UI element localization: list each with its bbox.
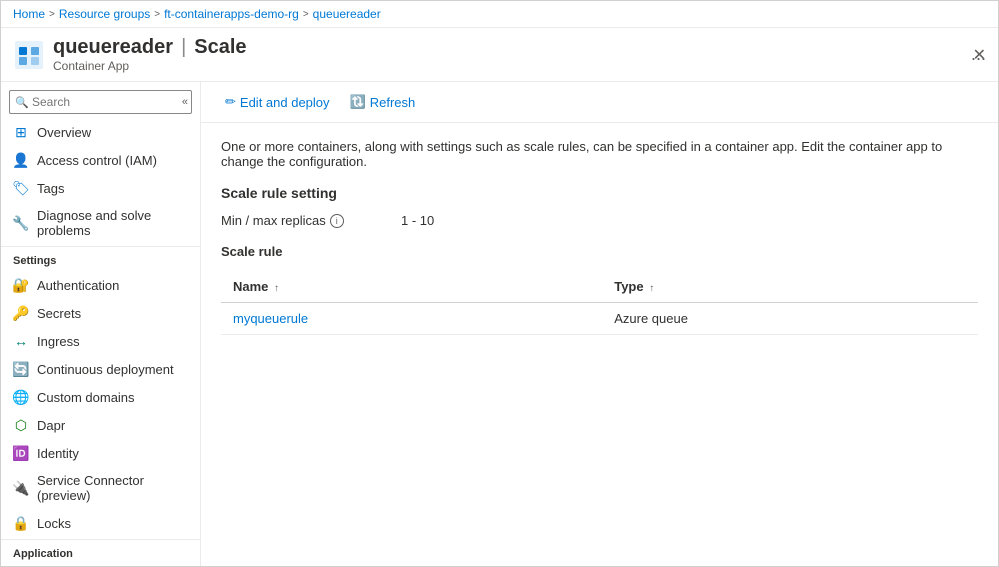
deploy-icon: 🔄 — [13, 361, 29, 377]
search-input[interactable] — [9, 90, 192, 114]
secrets-icon: 🔑 — [13, 305, 29, 321]
ingress-icon: ↔ — [13, 333, 29, 349]
sidebar-item-dapr[interactable]: ⬡ Dapr — [1, 411, 200, 439]
tags-icon: 🏷 — [13, 180, 29, 196]
sidebar: 🔍 « ⊞ Overview 👤 Access control (IAM) 🏷 … — [1, 82, 201, 566]
sidebar-item-overview[interactable]: ⊞ Overview — [1, 118, 200, 146]
refresh-button[interactable]: 🔃 Refresh — [342, 90, 424, 114]
sidebar-label-diagnose: Diagnose and solve problems — [37, 208, 188, 238]
collapse-icon[interactable]: « — [182, 96, 188, 108]
sidebar-item-identity[interactable]: 🆔 Identity — [1, 439, 200, 467]
breadcrumb-resource[interactable]: queuereader — [313, 7, 381, 21]
scale-rule-setting-heading: Scale rule setting — [221, 185, 978, 201]
breadcrumb-rg[interactable]: ft-containerapps-demo-rg — [164, 7, 299, 21]
toolbar: ✏ Edit and deploy 🔃 Refresh — [201, 82, 998, 123]
connector-icon: 🔌 — [13, 480, 29, 496]
sidebar-label-iam: Access control (IAM) — [37, 153, 157, 168]
locks-icon: 🔒 — [13, 515, 29, 531]
sidebar-item-diagnose[interactable]: 🔧 Diagnose and solve problems — [1, 202, 200, 244]
identity-icon: 🆔 — [13, 445, 29, 461]
app-container: Home > Resource groups > ft-containerapp… — [0, 0, 999, 567]
settings-section-label: Settings — [1, 246, 200, 271]
close-button[interactable]: ✕ — [973, 45, 986, 65]
sidebar-item-continuous-deployment[interactable]: 🔄 Continuous deployment — [1, 355, 200, 383]
sidebar-item-locks[interactable]: 🔒 Locks — [1, 509, 200, 537]
scale-rule-heading: Scale rule — [221, 244, 978, 259]
resource-icon — [13, 39, 45, 71]
content-area: ✏ Edit and deploy 🔃 Refresh One or more … — [201, 82, 998, 566]
main-layout: 🔍 « ⊞ Overview 👤 Access control (IAM) 🏷 … — [1, 82, 998, 566]
edit-deploy-button[interactable]: ✏ Edit and deploy — [217, 90, 338, 114]
sidebar-item-service-connector[interactable]: 🔌 Service Connector (preview) — [1, 467, 200, 509]
breadcrumb-resource-groups[interactable]: Resource groups — [59, 7, 150, 21]
type-sort-arrow: ↑ — [649, 283, 654, 294]
name-sort-arrow: ↑ — [274, 283, 279, 294]
sidebar-item-custom-domains[interactable]: 🌐 Custom domains — [1, 383, 200, 411]
page-name: Scale — [194, 36, 246, 59]
dapr-icon: ⬡ — [13, 417, 29, 433]
sidebar-item-revision-management[interactable]: 📋 Revision management — [1, 564, 200, 566]
sidebar-label-tags: Tags — [37, 181, 64, 196]
scale-rule-section: Scale rule Name ↑ Type ↑ — [221, 244, 978, 335]
resource-name: queuereader — [53, 36, 173, 59]
min-max-value: 1 - 10 — [401, 213, 434, 228]
content-body: One or more containers, along with setti… — [201, 123, 998, 351]
column-header-name[interactable]: Name ↑ — [221, 271, 602, 303]
overview-icon: ⊞ — [13, 124, 29, 140]
rule-name-link[interactable]: myqueuerule — [233, 311, 308, 326]
sidebar-label-locks: Locks — [37, 516, 71, 531]
refresh-label: Refresh — [370, 95, 416, 110]
search-icon: 🔍 — [15, 96, 29, 109]
sidebar-label-secrets: Secrets — [37, 306, 81, 321]
sidebar-label-identity: Identity — [37, 446, 79, 461]
iam-icon: 👤 — [13, 152, 29, 168]
min-max-label: Min / max replicas i — [221, 213, 401, 228]
sidebar-item-iam[interactable]: 👤 Access control (IAM) — [1, 146, 200, 174]
sidebar-label-deploy: Continuous deployment — [37, 362, 174, 377]
header-title-group: queuereader | Scale Container App — [53, 36, 959, 73]
breadcrumb-home[interactable]: Home — [13, 7, 45, 21]
info-icon[interactable]: i — [330, 214, 344, 228]
auth-icon: 🔐 — [13, 277, 29, 293]
domains-icon: 🌐 — [13, 389, 29, 405]
sidebar-label-ingress: Ingress — [37, 334, 80, 349]
edit-icon: ✏ — [225, 94, 236, 110]
sidebar-label-domains: Custom domains — [37, 390, 135, 405]
sidebar-item-ingress[interactable]: ↔ Ingress — [1, 327, 200, 355]
sidebar-label-overview: Overview — [37, 125, 91, 140]
description-text: One or more containers, along with setti… — [221, 139, 978, 169]
application-section-label: Application — [1, 539, 200, 564]
sidebar-item-secrets[interactable]: 🔑 Secrets — [1, 299, 200, 327]
breadcrumb: Home > Resource groups > ft-containerapp… — [1, 1, 998, 28]
diagnose-icon: 🔧 — [13, 215, 29, 231]
refresh-icon: 🔃 — [350, 94, 366, 110]
scale-rule-table: Name ↑ Type ↑ — [221, 271, 978, 335]
resource-type: Container App — [53, 59, 959, 73]
rule-type-cell: Azure queue — [602, 303, 978, 335]
table-row: myqueuerule Azure queue — [221, 303, 978, 335]
sidebar-label-connector: Service Connector (preview) — [37, 473, 188, 503]
page-header: queuereader | Scale Container App ... ✕ — [1, 28, 998, 82]
rule-name-cell: myqueuerule — [221, 303, 602, 335]
column-header-type[interactable]: Type ↑ — [602, 271, 978, 303]
sidebar-item-authentication[interactable]: 🔐 Authentication — [1, 271, 200, 299]
sidebar-search-wrap: 🔍 « — [1, 82, 200, 118]
edit-deploy-label: Edit and deploy — [240, 95, 330, 110]
sidebar-item-tags[interactable]: 🏷 Tags — [1, 174, 200, 202]
sidebar-label-dapr: Dapr — [37, 418, 65, 433]
min-max-field-row: Min / max replicas i 1 - 10 — [221, 213, 978, 228]
sidebar-label-authentication: Authentication — [37, 278, 119, 293]
